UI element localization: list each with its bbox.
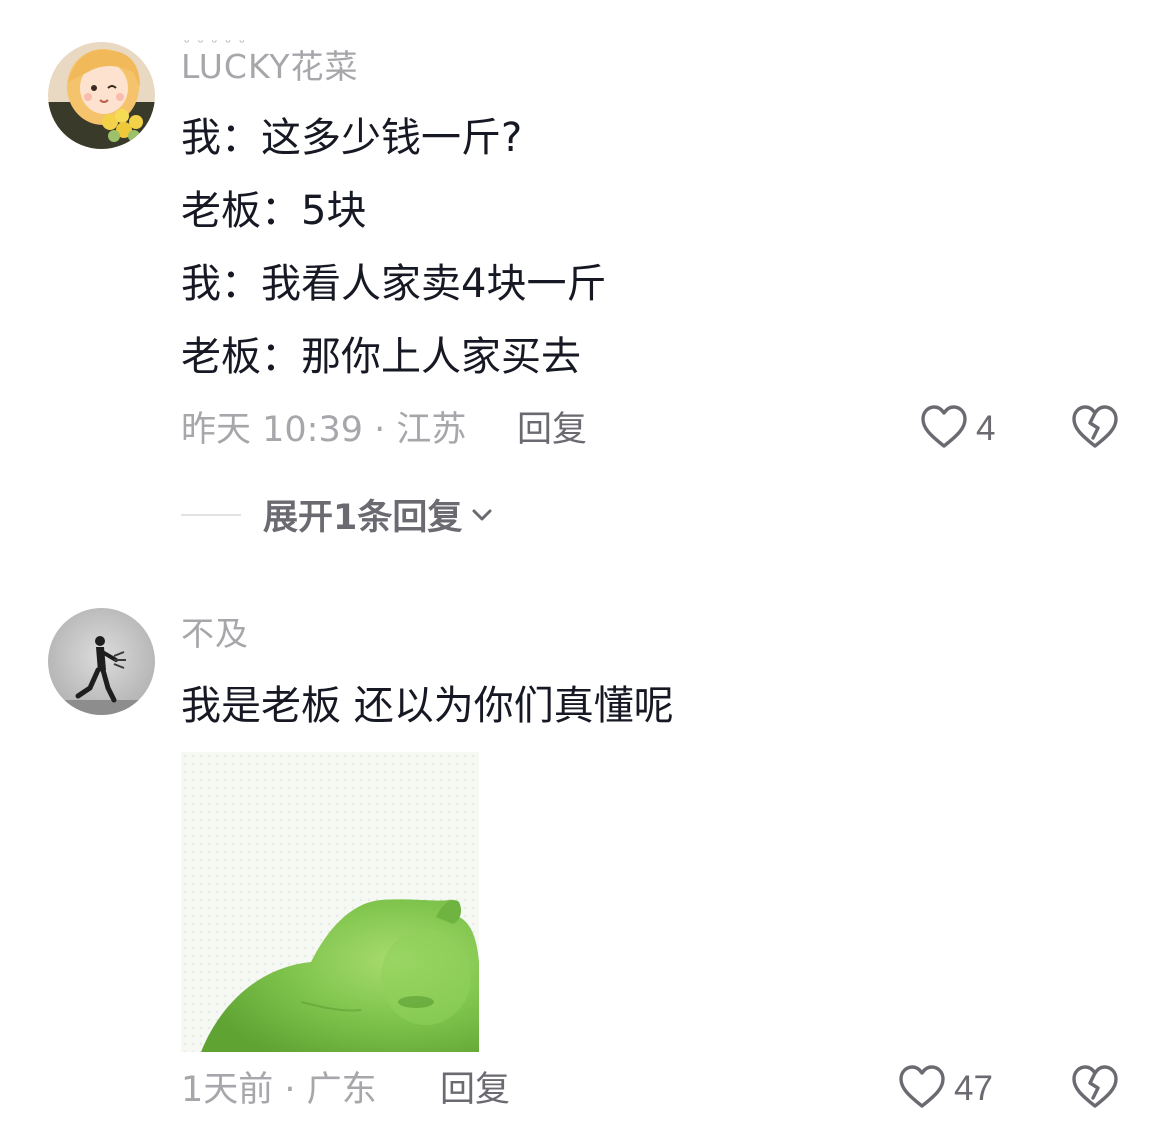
username-text: LUCKY花菜: [181, 47, 359, 86]
username[interactable]: 不及: [181, 614, 249, 654]
like-count: 4: [976, 409, 996, 448]
broken-heart-icon: [1071, 1065, 1119, 1114]
comment-text-line: 我是老板 还以为你们真懂呢: [181, 683, 674, 729]
comment-text-line: 老板：5块: [181, 188, 367, 234]
comment-text-line: 我：我看人家卖4块一斤: [181, 261, 607, 307]
like-count: 47: [954, 1069, 993, 1108]
comment-meta: 昨天 10:39 · 江苏: [181, 410, 467, 450]
broken-heart-icon: [1071, 405, 1119, 454]
reply-button[interactable]: 回复: [517, 408, 587, 452]
comment-meta: 1天前 · 广东: [181, 1070, 377, 1110]
like-button[interactable]: 4: [920, 404, 995, 454]
divider: [181, 513, 241, 516]
dislike-button[interactable]: [1071, 404, 1119, 454]
frog-sticker-image[interactable]: [181, 752, 479, 1052]
avatar[interactable]: [48, 42, 155, 149]
reply-button[interactable]: 回复: [440, 1068, 510, 1112]
chevron-down-icon: [470, 507, 494, 523]
expand-replies-button[interactable]: 展开1条回复: [181, 489, 494, 540]
avatar[interactable]: [48, 608, 155, 715]
dislike-button[interactable]: [1071, 1064, 1119, 1114]
heart-outline-icon: [898, 1064, 946, 1114]
comment-text-line: 老板：那你上人家买去: [181, 334, 581, 380]
expand-replies-label: 展开1条回复: [263, 498, 463, 538]
like-button[interactable]: 47: [898, 1064, 993, 1114]
heart-outline-icon: [920, 404, 968, 454]
comment-text-line: 我：这多少钱一斤?: [181, 115, 523, 161]
username[interactable]: ᵕᵕᵕᵕᵕ LUCKY花菜: [181, 36, 359, 86]
